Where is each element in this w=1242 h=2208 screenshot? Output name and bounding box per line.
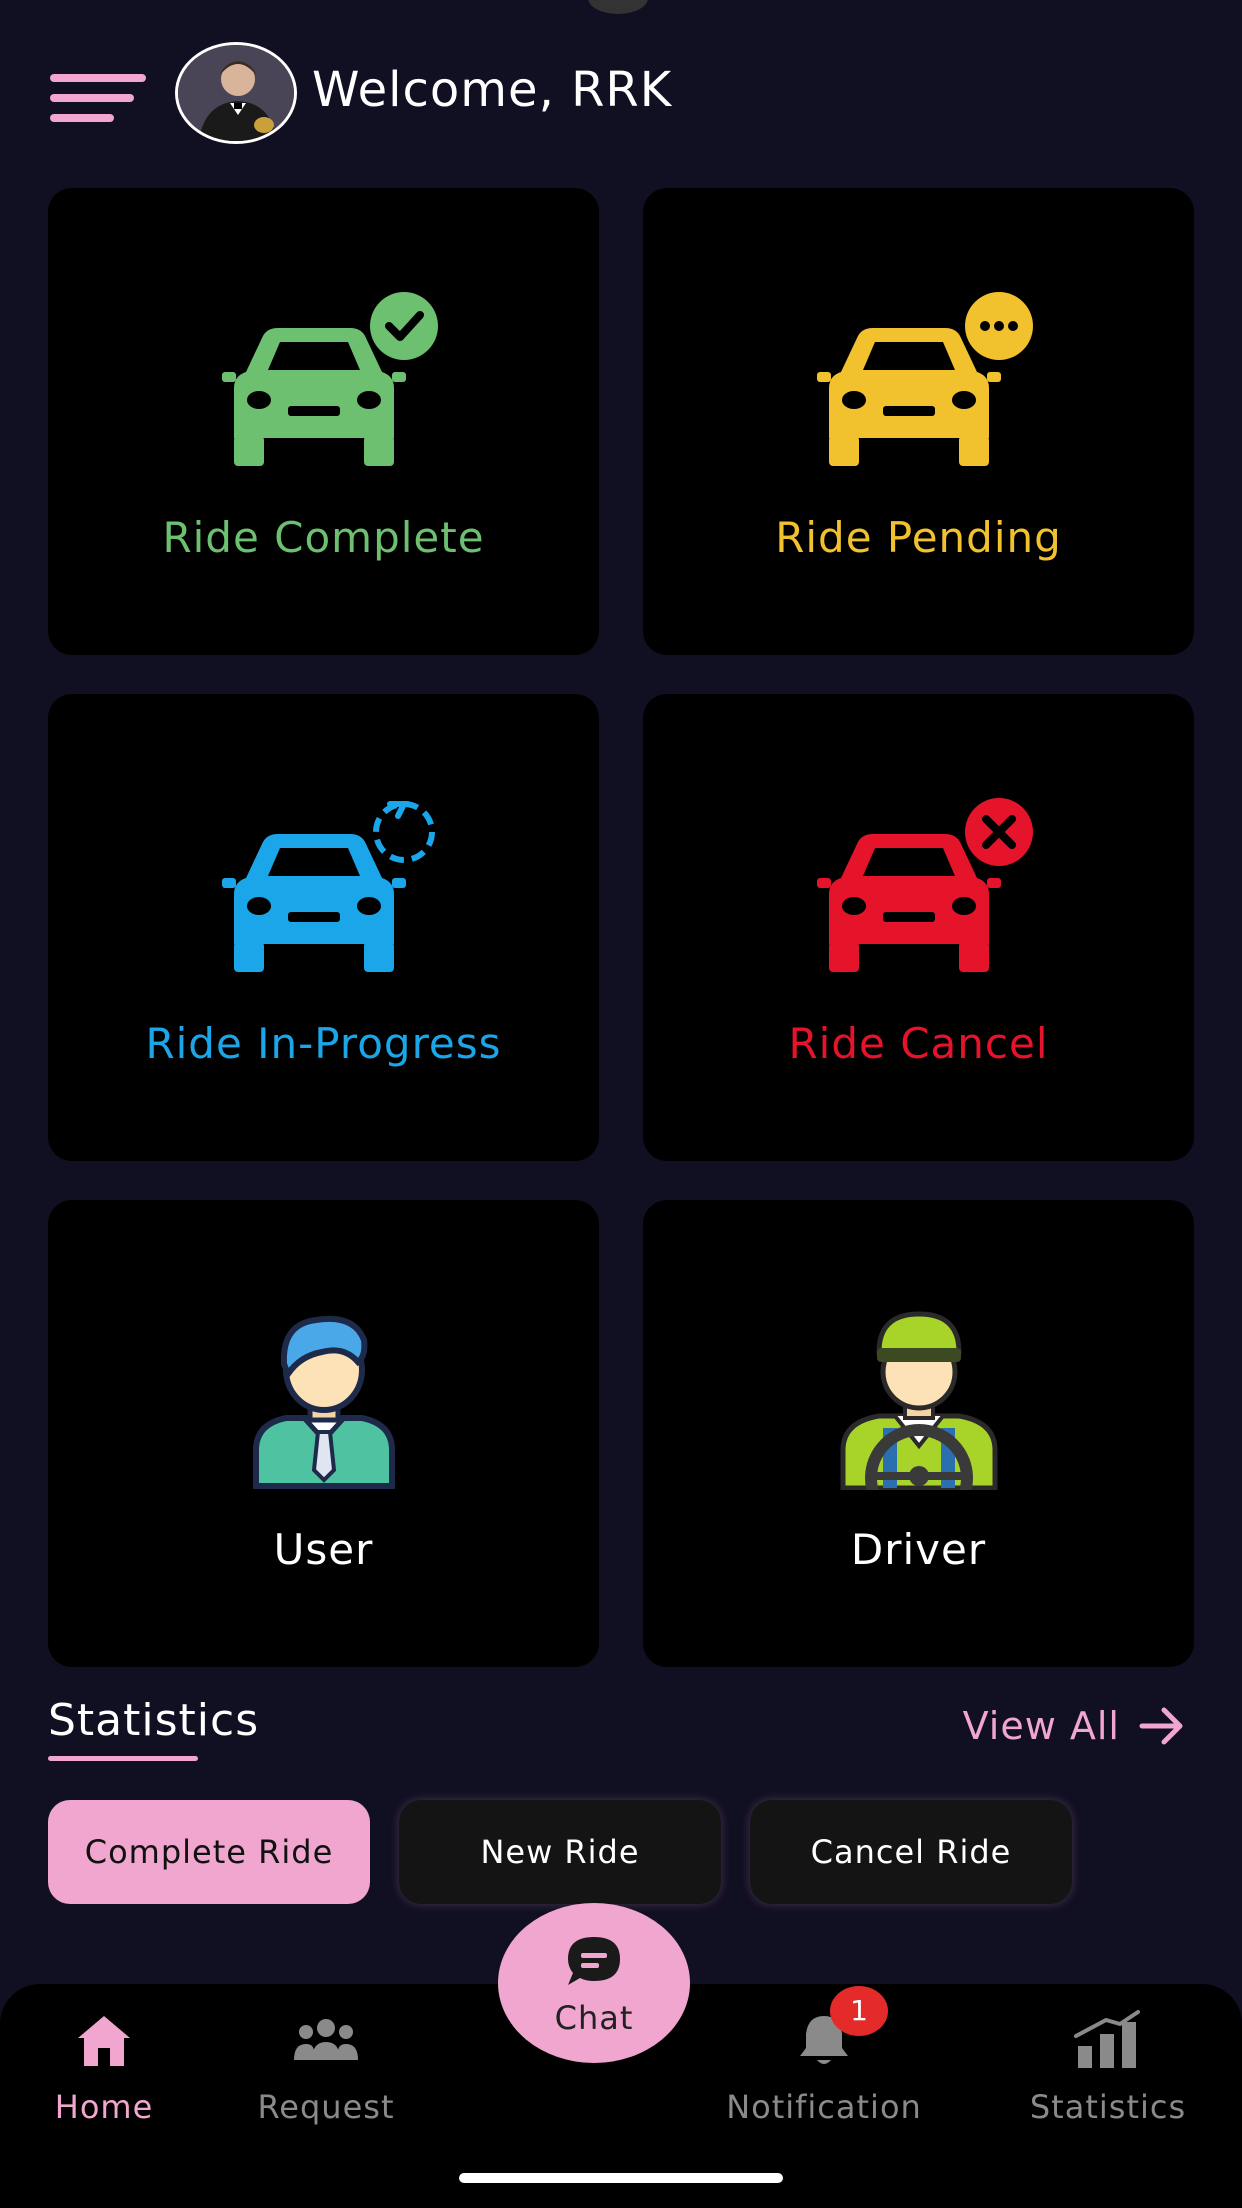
car-cancel-icon [816,798,1033,972]
chat-bubble-icon [568,1937,620,1985]
card-label: Ride Complete [162,513,485,562]
status-bar [0,0,1242,20]
nav-home[interactable]: Home [4,2010,204,2126]
user-avatar-icon [252,1316,395,1489]
car-complete-icon [221,292,438,466]
header: Welcome, RRK [0,38,1242,148]
home-icon [78,2016,130,2066]
card-label: Ride Cancel [788,1019,1049,1068]
nav-request-label: Request [257,2088,395,2126]
home-indicator [459,2173,783,2183]
driver-avatar-icon [840,1311,997,1490]
avatar[interactable] [175,42,297,144]
card-ride-in-progress[interactable]: Ride In-Progress [48,694,599,1161]
nav-request[interactable]: Request [226,2010,426,2126]
card-driver[interactable]: Driver [643,1200,1194,1667]
card-ride-pending[interactable]: Ride Pending [643,188,1194,655]
card-ride-complete[interactable]: Ride Complete [48,188,599,655]
car-in-progress-icon [221,801,435,972]
chip-new-ride[interactable]: New Ride [399,1800,721,1904]
view-all-label: View All [962,1704,1120,1748]
nav-home-label: Home [54,2088,154,2126]
notification-badge: 1 [830,1986,888,2036]
card-ride-cancel[interactable]: Ride Cancel [643,694,1194,1161]
chip-cancel-ride[interactable]: Cancel Ride [750,1800,1072,1904]
car-pending-icon [816,292,1033,466]
people-group-icon [294,2019,358,2060]
front-camera [588,0,648,14]
card-label: Driver [850,1525,987,1574]
hamburger-menu-icon[interactable] [50,74,146,124]
welcome-text: Welcome, RRK [312,62,673,118]
statistics-title: Statistics [48,1695,260,1746]
bar-chart-icon [1074,2010,1140,2068]
statistics-underline [48,1756,198,1761]
nav-notification-label: Notification [726,2088,922,2126]
nav-statistics-label: Statistics [1029,2088,1187,2126]
card-label: User [273,1525,374,1574]
card-label: Ride In-Progress [145,1019,502,1068]
view-all-link[interactable]: View All [963,1704,1186,1748]
card-label: Ride Pending [775,513,1062,562]
arrow-right-icon [1139,1707,1183,1745]
nav-statistics[interactable]: Statistics [1008,2010,1208,2126]
card-user[interactable]: User [48,1200,599,1667]
chat-button[interactable]: Chat [498,1903,690,2063]
chip-complete-ride[interactable]: Complete Ride [48,1800,370,1904]
chat-label: Chat [554,1999,634,2037]
nav-notification[interactable]: Notification [724,2010,924,2126]
